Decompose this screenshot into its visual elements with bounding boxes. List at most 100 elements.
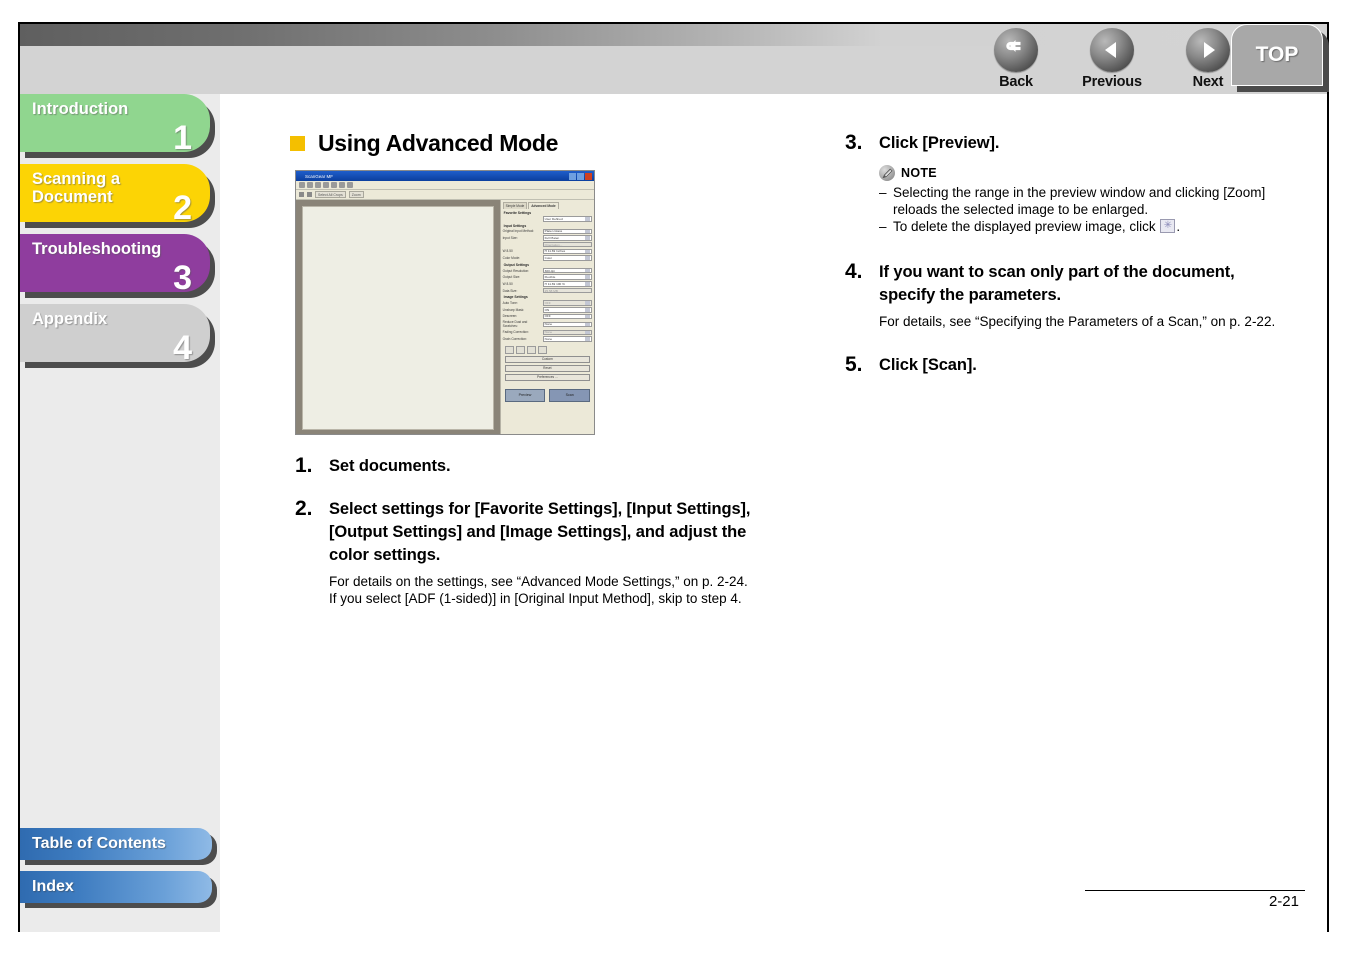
- sidebar-item-label: Appendix: [32, 310, 108, 328]
- fading-correction-select: None: [542, 329, 592, 336]
- page-number: 2-21: [1268, 893, 1299, 910]
- settings-row: W 8.50 H 11.69 Inches: [503, 248, 592, 255]
- next-button-label: Next: [1192, 74, 1224, 90]
- row-value: 300 dpi: [544, 268, 555, 273]
- color-mode-select: Color: [542, 255, 592, 261]
- sidebar-item-label: Troubleshooting: [32, 240, 162, 258]
- group-label-favorite-settings: Favorite Settings: [503, 211, 532, 215]
- row-value: Full Platen: [544, 235, 560, 240]
- back-button[interactable]: Back: [985, 24, 1047, 90]
- group-label-output-settings: Output Settings: [503, 262, 530, 267]
- right-triangle-icon: [1186, 28, 1230, 72]
- step-number: 1.: [295, 454, 313, 477]
- preset-select: Custom: [504, 355, 590, 363]
- sidebar-item-troubleshooting[interactable]: Troubleshooting 3: [20, 234, 215, 298]
- tab-body[interactable]: Table of Contents: [20, 828, 212, 860]
- step-item: 2. Select settings for [Favorite Setting…: [295, 498, 765, 607]
- row-label: Output Size:: [502, 275, 521, 280]
- grain-correction-select: None: [542, 336, 592, 342]
- top-tab-body[interactable]: TOP: [1231, 24, 1323, 86]
- main-content: Using Advanced Mode ScanGear MF Select A…: [220, 94, 1327, 932]
- favorite-settings-select: User Defined: [542, 216, 592, 222]
- previous-button[interactable]: Previous: [1081, 24, 1143, 90]
- panel-bottom: Custom Reset Preferences ...: [503, 343, 592, 386]
- color-adjust-icons: [504, 345, 590, 354]
- input-dimensions-field: H 11.69 Inches: [542, 248, 592, 255]
- preferences-button: Preferences ...: [504, 373, 590, 381]
- histogram-icon: [526, 345, 536, 354]
- sidebar-item-label: Table of Contents: [32, 835, 166, 852]
- chevron-down-icon: [585, 275, 590, 279]
- descreen-select: OFF: [542, 313, 592, 320]
- step-number: 5.: [845, 353, 863, 376]
- sidebar-item-appendix[interactable]: Appendix 4: [20, 304, 215, 368]
- auto-tone-select: OFF: [542, 300, 592, 306]
- step-body: Click [Preview]. NOTE – Selecting the ra…: [879, 132, 1290, 235]
- data-size-value: 25.58 MB: [542, 287, 592, 294]
- row-label: Fading Correction:: [502, 330, 529, 335]
- maximize-icon: [577, 172, 584, 180]
- tab-body[interactable]: Introduction 1: [20, 94, 210, 152]
- chevron-down-icon: [585, 322, 590, 327]
- previous-button-label: Previous: [1082, 74, 1142, 90]
- left-triangle-icon: [1090, 28, 1134, 72]
- chevron-down-icon: [585, 330, 590, 335]
- right-column: 3. Click [Preview]. NOTE – Selecting the…: [845, 132, 1290, 377]
- sidebar-item-number: 4: [173, 329, 192, 362]
- tab-body[interactable]: Scanning a Document 2: [20, 164, 210, 222]
- step-body: If you want to scan only part of the doc…: [879, 261, 1290, 330]
- sidebar-bottom-links: Table of Contents Index: [20, 828, 230, 914]
- step-title: Click [Preview].: [879, 134, 1000, 152]
- top-tab-button[interactable]: TOP: [1231, 24, 1329, 92]
- step-body: Select settings for [Favorite Settings],…: [329, 498, 765, 607]
- toolbar-icon: [331, 182, 337, 188]
- dialog-toolbar: [296, 181, 594, 190]
- settings-row: Color Mode: Color: [503, 255, 592, 261]
- zoom-button: Zoom: [348, 191, 364, 198]
- toolbar-icon: [347, 182, 353, 188]
- row-label: Output Resolution:: [502, 268, 530, 273]
- settings-row: Input Size: Full Platen: [503, 235, 592, 241]
- row-value: 25.58 MB: [544, 288, 558, 293]
- chevron-down-icon: [585, 229, 590, 233]
- step-title: Set documents.: [329, 457, 451, 475]
- next-button[interactable]: Next: [1177, 24, 1239, 90]
- output-dimensions-field: H 11.69 100 %: [542, 281, 592, 287]
- note-block: NOTE – Selecting the range in the previe…: [879, 165, 1290, 235]
- sidebar-item-table-of-contents[interactable]: Table of Contents: [20, 828, 217, 865]
- tab-body[interactable]: Troubleshooting 3: [20, 234, 210, 292]
- dialog-body: Simple Mode Advanced Mode Favorite Setti…: [296, 200, 594, 434]
- step-title: If you want to scan only part of the doc…: [879, 263, 1235, 304]
- row-value: None: [544, 337, 553, 341]
- toolbar-icon: [307, 182, 313, 188]
- step-description: For details on the settings, see “Advanc…: [329, 574, 748, 606]
- chevron-down-icon: [585, 256, 590, 260]
- sidebar-item-introduction[interactable]: Introduction 1: [20, 94, 215, 158]
- group-label-image-settings: Image Settings: [503, 295, 528, 300]
- row-value: None: [544, 322, 553, 327]
- toolbar-icon: [315, 182, 321, 188]
- chevron-down-icon: [585, 301, 590, 305]
- left-column: ScanGear MF Select All Crops Zoom Simple…: [295, 170, 765, 607]
- step-item: 5. Click [Scan].: [845, 354, 1290, 377]
- sidebar-item-scanning-a-document[interactable]: Scanning a Document 2: [20, 164, 215, 228]
- group-label-input-settings: Input Settings: [503, 223, 527, 228]
- chevron-down-icon: [585, 282, 590, 286]
- sidebar-item-label: Index: [32, 878, 74, 895]
- settings-row: Auto Tone: OFF: [503, 300, 592, 306]
- back-arrow-icon: [994, 28, 1038, 72]
- note-text: To delete the displayed preview image, c…: [893, 219, 1160, 234]
- scangear-dialog-screenshot: ScanGear MF Select All Crops Zoom Simple…: [295, 170, 595, 435]
- row-label: Color Mode:: [502, 256, 521, 260]
- settings-row: Original Input Method: Platen Glass: [503, 228, 592, 234]
- step-body: Click [Scan].: [879, 354, 1290, 377]
- tab-body[interactable]: Index: [20, 871, 212, 903]
- unsharp-mask-select: ON: [542, 307, 592, 313]
- row-label: Reduce Dust and Scratches:: [502, 320, 528, 329]
- settings-row: User Defined: [503, 216, 592, 222]
- sidebar-item-index[interactable]: Index: [20, 871, 217, 908]
- header-navigation: Back Previous Next: [985, 24, 1239, 94]
- sidebar-item-number: 1: [173, 119, 192, 152]
- note-label: NOTE: [901, 166, 937, 180]
- tab-body[interactable]: Appendix 4: [20, 304, 210, 362]
